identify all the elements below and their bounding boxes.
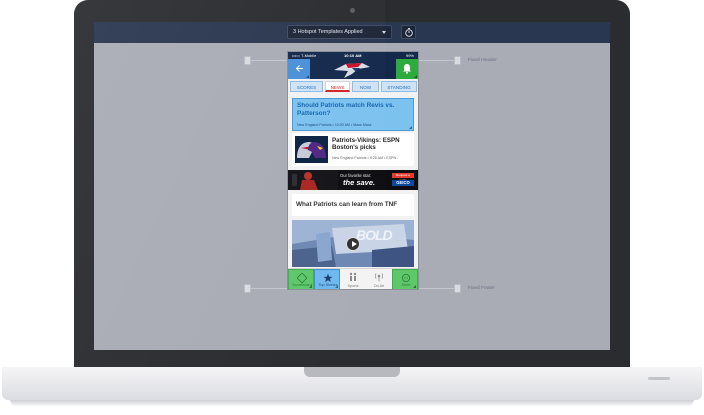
- tabbar-label: On Air: [373, 284, 385, 288]
- laptop-hinge-notch: [304, 367, 400, 377]
- headline-meta: New England Patriots • 10:00 AM • Mass M…: [297, 123, 372, 127]
- video-card[interactable]: BOLD: [292, 220, 414, 267]
- carrier-label: ••••○ T-Mobile: [292, 53, 317, 58]
- ad-quote-button[interactable]: Request a quote: [392, 173, 414, 182]
- hotspot-corner-icon: [414, 75, 417, 78]
- sports-icon: [349, 272, 357, 281]
- ad-player-image-icon: [288, 170, 338, 190]
- star-icon: [323, 273, 333, 282]
- laptop-indicator-light: [648, 377, 670, 380]
- section-tabs: SCORES NEWS NOW STANDING: [288, 80, 418, 93]
- laptop-mockup: 3 Hotspot Templates Applied Fixed Header: [0, 0, 704, 415]
- template-select[interactable]: 3 Hotspot Templates Applied: [287, 25, 392, 39]
- fixed-footer-label: Fixed Footer: [468, 286, 495, 291]
- fixed-footer-handle-right[interactable]: [454, 284, 461, 293]
- laptop-base-shadow: [10, 399, 694, 407]
- tabbar-item-on-air[interactable]: On Air: [366, 269, 392, 289]
- fixed-header-label: Fixed Header: [468, 58, 497, 63]
- story-card[interactable]: Patriots-Vikings: ESPN Boston's picks Ne…: [292, 133, 414, 166]
- tabbar-label: Sports: [347, 284, 359, 288]
- fixed-header-handle-right[interactable]: [454, 56, 461, 65]
- webcam: [350, 8, 355, 13]
- stopwatch-icon: [405, 28, 413, 37]
- bottom-tab-bar: Scoreboard Top Stories Sports On Air Mor…: [288, 268, 418, 289]
- ad-brand-logo: GEICO: [392, 180, 414, 186]
- chevron-down-icon: [382, 31, 386, 34]
- tab-news[interactable]: NEWS: [325, 81, 350, 92]
- clock-label: 10:10 AM: [344, 53, 362, 58]
- fixed-footer-handle-left[interactable]: [244, 284, 251, 293]
- laptop-lid: 3 Hotspot Templates Applied Fixed Header: [74, 0, 630, 368]
- phone-preview: ••••○ T-Mobile 10:10 AM 99% SCORES NEWS …: [287, 51, 419, 290]
- editor-canvas: 3 Hotspot Templates Applied Fixed Header: [94, 22, 610, 350]
- scoreboard-icon: [297, 273, 307, 283]
- ad-headline: the save.: [343, 178, 376, 187]
- tabbar-item-more[interactable]: More: [392, 269, 418, 289]
- story-thumbnail: [295, 136, 328, 163]
- text-card[interactable]: What Patriots can learn from TNF: [292, 194, 414, 216]
- hotspot-corner-icon: [413, 285, 416, 288]
- ad-banner[interactable]: Our favorite stat: the save. Request a q…: [288, 170, 418, 190]
- headline-card[interactable]: Should Patriots match Revis vs. Patterso…: [292, 98, 414, 131]
- more-icon: [402, 274, 410, 282]
- timer-button[interactable]: [401, 25, 416, 39]
- text-card-title: What Patriots can learn from TNF: [296, 201, 398, 208]
- hotspot-corner-icon: [335, 285, 338, 288]
- tabbar-item-top-stories[interactable]: Top Stories: [314, 269, 340, 289]
- on-air-icon: [374, 273, 384, 282]
- patriots-logo-icon: [334, 63, 370, 78]
- hotspot-corner-icon: [409, 126, 412, 129]
- tab-standings[interactable]: STANDING: [381, 81, 417, 92]
- arrow-left-icon: [295, 65, 303, 72]
- bell-icon: [403, 64, 411, 74]
- battery-label: 99%: [405, 53, 414, 58]
- editor-toolbar: 3 Hotspot Templates Applied: [94, 22, 610, 43]
- back-button[interactable]: [288, 59, 310, 79]
- video-caption-art: BOLD: [356, 227, 393, 243]
- tab-scores[interactable]: SCORES: [290, 81, 323, 92]
- helmets-image-icon: [295, 136, 328, 163]
- story-meta: New England Patriots • 9:26 AM • ESPN...: [332, 156, 400, 160]
- play-button[interactable]: [346, 237, 360, 251]
- notifications-button[interactable]: [396, 59, 418, 79]
- template-select-value: 3 Hotspot Templates Applied: [293, 29, 363, 35]
- tabbar-item-sports[interactable]: Sports: [340, 269, 366, 289]
- hotspot-corner-icon: [309, 285, 312, 288]
- tab-now[interactable]: NOW: [352, 81, 379, 92]
- fixed-header-handle-left[interactable]: [244, 56, 251, 65]
- status-bar: ••••○ T-Mobile 10:10 AM 99%: [288, 52, 418, 59]
- app-header: [288, 59, 418, 79]
- headline-title: Should Patriots match Revis vs. Patterso…: [297, 102, 395, 117]
- hotspot-corner-icon: [306, 75, 309, 78]
- tabbar-item-scoreboard[interactable]: Scoreboard: [288, 269, 314, 289]
- story-title: Patriots-Vikings: ESPN Boston's picks: [332, 137, 400, 152]
